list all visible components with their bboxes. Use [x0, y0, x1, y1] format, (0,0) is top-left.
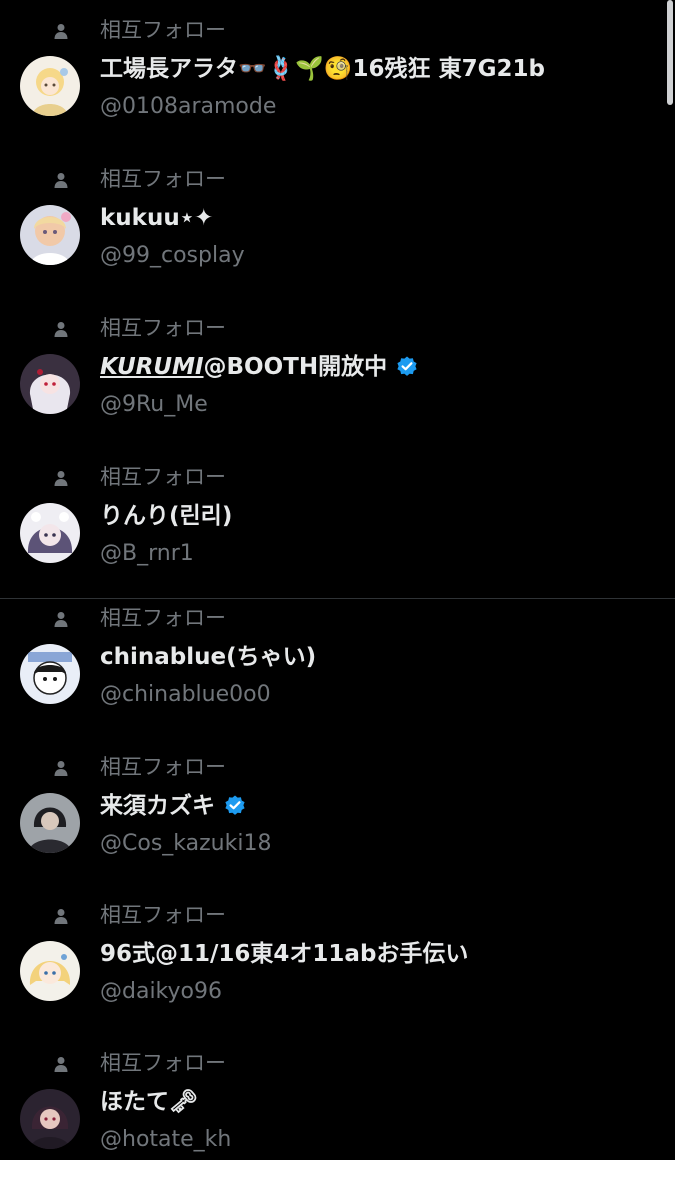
- person-icon: [54, 322, 68, 337]
- person-icon: [54, 24, 68, 39]
- mutual-follow-label: 相互フォロー: [100, 316, 226, 340]
- social-context: 相互フォロー: [0, 602, 660, 634]
- avatar-chibi-character-icon[interactable]: [20, 644, 80, 704]
- mutual-follow-label: 相互フォロー: [100, 18, 226, 42]
- mutual-follow-label: 相互フォロー: [100, 167, 226, 191]
- avatar-anime-blonde-girl-icon[interactable]: [20, 941, 80, 1001]
- display-name-text: 96式@11/16東4オ11abお手伝い: [100, 941, 469, 967]
- display-name[interactable]: kukuu⋆✦: [100, 203, 213, 233]
- scrollbar-thumb[interactable]: [667, 0, 673, 105]
- mutual-follow-label: 相互フォロー: [100, 606, 226, 630]
- display-name-emphasis: KURUMI: [100, 354, 204, 380]
- avatar-cosplay-photo-icon[interactable]: [20, 205, 80, 265]
- display-name-text: chinablue(ちゃい): [100, 644, 317, 670]
- user-handle: @9Ru_Me: [100, 392, 208, 417]
- display-name[interactable]: 工場長アラタ👓🪢🌱🧐16残狂 東7G21b: [100, 54, 545, 84]
- person-icon: [54, 471, 68, 486]
- display-name-text: りんり(린리): [100, 503, 233, 529]
- user-cell[interactable]: 相互フォロー kukuu⋆✦ @99_cosplay: [0, 149, 660, 297]
- following-list-screen: 相互フォロー 工場長アラタ👓🪢🌱🧐16残狂 東7G21b @0108aramod…: [0, 0, 675, 1160]
- mutual-follow-label: 相互フォロー: [100, 1051, 226, 1075]
- display-name-text: @BOOTH開放中: [203, 354, 388, 380]
- user-handle: @B_rnr1: [100, 541, 194, 566]
- user-handle: @Cos_kazuki18: [100, 831, 272, 856]
- social-context: 相互フォロー: [0, 14, 660, 46]
- mutual-follow-label: 相互フォロー: [100, 465, 226, 489]
- user-cell[interactable]: 相互フォロー KURUMI @BOOTH開放中 @9Ru_Me: [0, 298, 660, 446]
- display-name-text: ほたて🗝: [100, 1089, 199, 1115]
- avatar-cosplay-portrait-icon[interactable]: [20, 1089, 80, 1149]
- display-name[interactable]: ほたて🗝: [100, 1087, 198, 1117]
- person-icon: [54, 1057, 68, 1072]
- user-handle: @hotate_kh: [100, 1127, 232, 1152]
- mutual-follow-label: 相互フォロー: [100, 755, 226, 779]
- display-name[interactable]: 96式@11/16東4オ11abお手伝い: [100, 939, 468, 969]
- user-cell[interactable]: 相互フォロー 工場長アラタ👓🪢🌱🧐16残狂 東7G21b @0108aramod…: [0, 0, 660, 148]
- display-name[interactable]: りんり(린리): [100, 501, 232, 531]
- user-handle: @daikyo96: [100, 979, 222, 1004]
- social-context: 相互フォロー: [0, 312, 660, 344]
- social-context: 相互フォロー: [0, 163, 660, 195]
- display-name[interactable]: KURUMI @BOOTH開放中: [100, 352, 419, 382]
- display-name[interactable]: 来須カズキ: [100, 791, 247, 821]
- person-icon: [54, 612, 68, 627]
- social-context: 相互フォロー: [0, 461, 660, 493]
- avatar-anime-silver-hair-icon[interactable]: [20, 354, 80, 414]
- verified-badge-icon[interactable]: [223, 794, 247, 818]
- person-icon: [54, 909, 68, 924]
- person-icon: [54, 173, 68, 188]
- display-name-text: 工場長アラタ👓🪢🌱🧐16残狂 東7G21b: [100, 56, 545, 82]
- user-cell[interactable]: 相互フォロー chinablue(ちゃい) @chinablue0o0: [0, 588, 660, 736]
- user-cell[interactable]: 相互フォロー 来須カズキ @Cos_kazuki18: [0, 737, 660, 885]
- user-handle: @0108aramode: [100, 94, 277, 119]
- bottom-blank-area: [0, 1160, 675, 1200]
- avatar-cosplay-dark-photo-icon[interactable]: [20, 793, 80, 853]
- user-cell[interactable]: 相互フォロー 96式@11/16東4オ11abお手伝い @daikyo96: [0, 885, 660, 1033]
- display-name-text: kukuu⋆✦: [100, 205, 214, 231]
- user-handle: @99_cosplay: [100, 243, 245, 268]
- person-icon: [54, 761, 68, 776]
- mutual-follow-label: 相互フォロー: [100, 903, 226, 927]
- avatar-anime-purple-hair-icon[interactable]: [20, 503, 80, 563]
- social-context: 相互フォロー: [0, 1047, 660, 1079]
- verified-badge-icon[interactable]: [395, 355, 419, 379]
- display-name-text: 来須カズキ: [100, 793, 215, 819]
- social-context: 相互フォロー: [0, 751, 660, 783]
- user-cell[interactable]: 相互フォロー りんり(린리) @B_rnr1: [0, 447, 660, 595]
- display-name[interactable]: chinablue(ちゃい): [100, 642, 316, 672]
- user-cell[interactable]: 相互フォロー ほたて🗝 @hotate_kh: [0, 1033, 660, 1160]
- avatar-anime-blonde-icon[interactable]: [20, 56, 80, 116]
- social-context: 相互フォロー: [0, 899, 660, 931]
- user-handle: @chinablue0o0: [100, 682, 271, 707]
